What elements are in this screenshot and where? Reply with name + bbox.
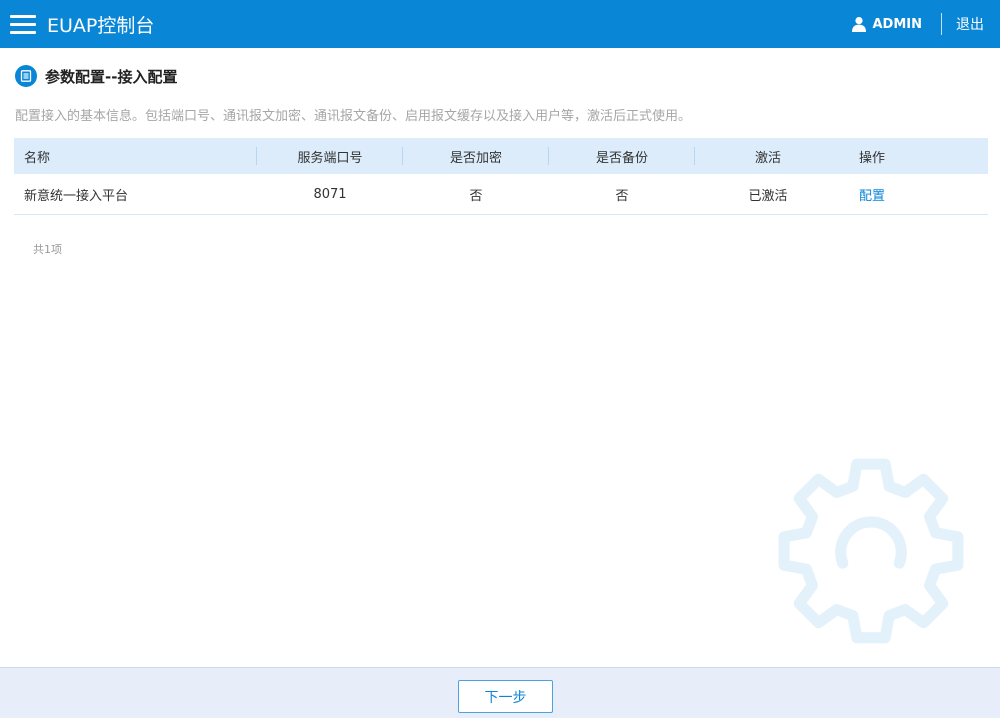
column-header-port: 服务端口号: [257, 138, 403, 174]
cell-port: 8071: [313, 186, 347, 202]
logout-link[interactable]: 退出: [956, 14, 984, 34]
cell-action: 配置: [841, 174, 988, 214]
gear-watermark-icon: [778, 458, 964, 644]
top-bar: EUAP控制台 ADMIN 退出: [0, 0, 1000, 48]
cell-backup: 否: [615, 188, 629, 204]
table-row: 新意统一接入平台 8071 否 否 已激活 配置: [14, 174, 988, 215]
table-header: 名称 服务端口号 是否加密 是否备份 激活 操作: [14, 138, 988, 174]
next-step-button[interactable]: 下一步: [458, 680, 553, 713]
page-description: 配置接入的基本信息。包括端口号、通讯报文加密、通讯报文备份、启用报文缓存以及接入…: [15, 109, 692, 124]
user-name: ADMIN: [872, 16, 922, 32]
hamburger-menu-icon[interactable]: [10, 14, 36, 34]
header-actions: ADMIN 退出: [851, 0, 984, 48]
cell-encrypted: 否: [469, 188, 483, 204]
access-config-table: 名称 服务端口号 是否加密 是否备份 激活 操作 新意统一接入平台 8071 否…: [14, 138, 988, 215]
header-divider: [941, 13, 942, 35]
list-doc-icon: [15, 65, 37, 87]
page-heading: 参数配置--接入配置: [15, 64, 177, 88]
column-header-action: 操作: [841, 138, 988, 174]
column-header-encrypted: 是否加密: [403, 138, 549, 174]
cell-name: 新意统一接入平台: [24, 188, 129, 204]
footer-bar: 下一步: [0, 667, 1000, 718]
column-header-status: 激活: [754, 150, 781, 166]
column-header-name: 名称: [14, 138, 257, 174]
cell-status: 已激活: [748, 188, 788, 204]
column-header-action-label: 操作: [859, 150, 886, 166]
app-title: EUAP控制台: [47, 14, 155, 37]
record-count: 共1项: [33, 243, 62, 256]
user-icon: [852, 17, 867, 32]
page-title: 参数配置--接入配置: [45, 67, 178, 86]
user-menu[interactable]: ADMIN: [851, 16, 922, 32]
configure-link[interactable]: 配置: [859, 185, 885, 204]
column-header-backup: 是否备份: [549, 138, 695, 174]
